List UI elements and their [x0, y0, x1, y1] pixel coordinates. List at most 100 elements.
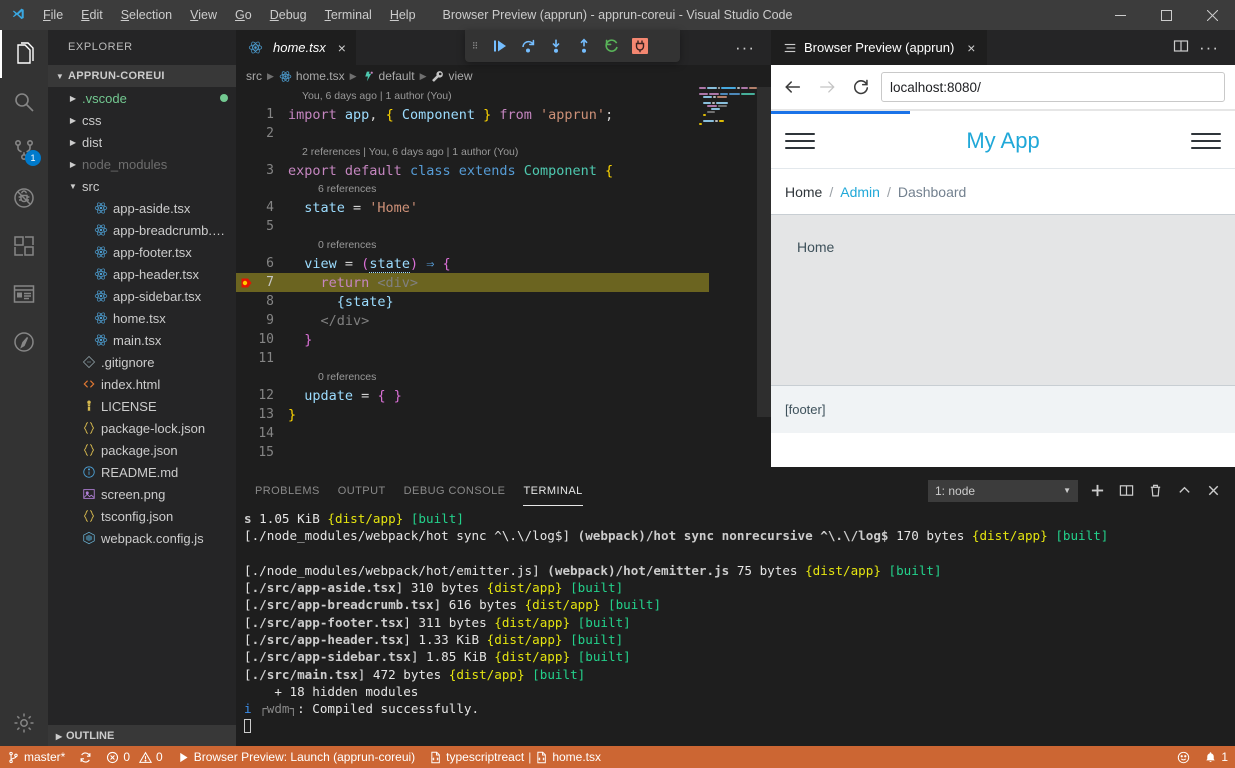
- file-tree-item[interactable]: index.html: [48, 373, 236, 395]
- code-lens[interactable]: 6 references: [236, 180, 771, 198]
- chevron-down-icon[interactable]: ▼: [66, 182, 80, 191]
- file-tree-item[interactable]: package.json: [48, 439, 236, 461]
- code-line[interactable]: 4 state = 'Home': [236, 198, 771, 217]
- close-button[interactable]: [1189, 0, 1235, 30]
- debug-step-out-button[interactable]: [571, 33, 597, 59]
- editor-more-icon[interactable]: ···: [729, 39, 761, 56]
- status-language-mode[interactable]: typescriptreact | home.tsx: [422, 746, 608, 768]
- terminal-output[interactable]: s 1.05 KiB {dist/app} [built] [./node_mod…: [236, 508, 1235, 744]
- menu-view[interactable]: View: [181, 0, 226, 30]
- menu-go[interactable]: Go: [226, 0, 261, 30]
- debug-step-into-button[interactable]: [543, 33, 569, 59]
- split-terminal-button[interactable]: [1116, 481, 1136, 501]
- file-tree-item[interactable]: main.tsx: [48, 329, 236, 351]
- code-lens[interactable]: 0 references: [236, 236, 771, 254]
- panel-tab-terminal[interactable]: TERMINAL: [514, 473, 591, 508]
- panel-tab-problems[interactable]: PROBLEMS: [246, 473, 329, 508]
- breadcrumb[interactable]: src ▶ home.tsx ▶ default ▶ view: [236, 65, 771, 87]
- code-lens[interactable]: 0 references: [236, 368, 771, 386]
- terminal-select[interactable]: 1: node ▼: [928, 479, 1078, 502]
- menu-terminal[interactable]: Terminal: [316, 0, 381, 30]
- debug-restart-button[interactable]: [599, 33, 625, 59]
- code-line[interactable]: 2: [236, 124, 771, 143]
- outline-section[interactable]: ▶ OUTLINE: [48, 725, 236, 747]
- breakpoint-icon[interactable]: [241, 277, 253, 289]
- chevron-right-icon[interactable]: ▶: [66, 160, 80, 169]
- breadcrumb-home[interactable]: Home: [785, 184, 822, 200]
- activity-test[interactable]: [0, 318, 48, 366]
- activity-search[interactable]: [0, 78, 48, 126]
- activity-extensions[interactable]: [0, 222, 48, 270]
- hamburger-icon-right[interactable]: [1191, 130, 1221, 152]
- breadcrumb-item-home-tsx[interactable]: home.tsx: [279, 69, 345, 83]
- activity-settings[interactable]: [0, 699, 48, 747]
- code-line[interactable]: 11: [236, 349, 771, 368]
- close-panel-button[interactable]: [1203, 481, 1223, 501]
- debug-continue-button[interactable]: [487, 33, 513, 59]
- file-tree-item[interactable]: LICENSE: [48, 395, 236, 417]
- code-line[interactable]: 10 }: [236, 330, 771, 349]
- preview-tab-close-icon[interactable]: ×: [967, 41, 975, 55]
- menu-help[interactable]: Help: [381, 0, 425, 30]
- status-feedback[interactable]: [1170, 746, 1197, 768]
- code-lines[interactable]: You, 6 days ago | 1 author (You) 1 import …: [236, 87, 771, 462]
- breadcrumb-item-view[interactable]: view: [431, 69, 473, 83]
- kill-terminal-button[interactable]: [1145, 481, 1165, 501]
- code-line[interactable]: 15: [236, 443, 771, 462]
- menu-selection[interactable]: Selection: [112, 0, 181, 30]
- file-tree-item[interactable]: package-lock.json: [48, 417, 236, 439]
- file-tree-item[interactable]: webpack.config.js: [48, 527, 236, 549]
- file-tree-item[interactable]: ▶ node_modules: [48, 153, 236, 175]
- status-problems[interactable]: 0 0: [99, 746, 169, 768]
- code-line[interactable]: 13}: [236, 405, 771, 424]
- file-tree-item[interactable]: app-header.tsx: [48, 263, 236, 285]
- code-line[interactable]: 14: [236, 424, 771, 443]
- back-arrow-icon[interactable]: [779, 73, 807, 101]
- menu-file[interactable]: File: [34, 0, 72, 30]
- panel-tab-debug-console[interactable]: DEBUG CONSOLE: [395, 473, 515, 508]
- file-tree-item[interactable]: screen.png: [48, 483, 236, 505]
- editor-scrollbar[interactable]: [757, 87, 771, 473]
- status-sync[interactable]: [72, 746, 99, 768]
- preview-tab[interactable]: Browser Preview (apprun) ×: [771, 30, 988, 65]
- explorer-folder-header[interactable]: ▼ APPRUN-COREUI: [48, 65, 236, 87]
- chevron-right-icon[interactable]: ▶: [66, 138, 80, 147]
- maximize-button[interactable]: [1143, 0, 1189, 30]
- activity-browser-preview[interactable]: [0, 270, 48, 318]
- debug-disconnect-button[interactable]: [627, 33, 653, 59]
- file-tree-item[interactable]: .gitignore: [48, 351, 236, 373]
- file-tree-item[interactable]: README.md: [48, 461, 236, 483]
- editor-actions[interactable]: ···: [729, 30, 771, 65]
- file-tree-item[interactable]: app-sidebar.tsx: [48, 285, 236, 307]
- menu-bar[interactable]: File Edit Selection View Go Debug Termin…: [34, 0, 425, 30]
- file-tree-item[interactable]: app-footer.tsx: [48, 241, 236, 263]
- chevron-right-icon[interactable]: ▶: [66, 116, 80, 125]
- status-branch[interactable]: master*: [0, 746, 72, 768]
- debug-toolbar[interactable]: ⠿: [465, 30, 680, 62]
- status-launch-config[interactable]: Browser Preview: Launch (apprun-coreui): [170, 746, 422, 768]
- breadcrumb-admin[interactable]: Admin: [840, 184, 880, 200]
- file-tree-item[interactable]: app-aside.tsx: [48, 197, 236, 219]
- activity-source-control[interactable]: 1: [0, 126, 48, 174]
- code-line[interactable]: 7 return <div>: [236, 273, 709, 292]
- preview-more-icon[interactable]: ···: [1193, 39, 1225, 56]
- editor-scroll-thumb[interactable]: [757, 87, 771, 417]
- debug-toolbar-drag-handle[interactable]: ⠿: [465, 41, 485, 52]
- file-tree-item[interactable]: app-breadcrumb.tsx: [48, 219, 236, 241]
- editor-tab-home-tsx[interactable]: home.tsx ×: [236, 30, 357, 65]
- file-tree[interactable]: ▶ .vscode ▶ css ▶ dist ▶ node_modules ▼ src app-as…: [48, 87, 236, 549]
- code-line[interactable]: 9 </div>: [236, 311, 771, 330]
- menu-debug[interactable]: Debug: [261, 0, 316, 30]
- chevron-right-icon[interactable]: ▶: [66, 94, 80, 103]
- code-lens[interactable]: You, 6 days ago | 1 author (You): [236, 87, 771, 105]
- file-tree-item[interactable]: ▶ dist: [48, 131, 236, 153]
- minimize-button[interactable]: [1097, 0, 1143, 30]
- hamburger-icon-left[interactable]: [785, 130, 815, 152]
- status-notifications[interactable]: 1: [1197, 746, 1235, 768]
- file-tree-item[interactable]: ▶ .vscode: [48, 87, 236, 109]
- code-line[interactable]: 1 import app, { Component } from 'apprun'…: [236, 105, 771, 124]
- file-tree-item[interactable]: home.tsx: [48, 307, 236, 329]
- new-terminal-button[interactable]: [1087, 481, 1107, 501]
- breadcrumb-item-default[interactable]: default: [362, 69, 415, 83]
- minimap[interactable]: [695, 87, 757, 473]
